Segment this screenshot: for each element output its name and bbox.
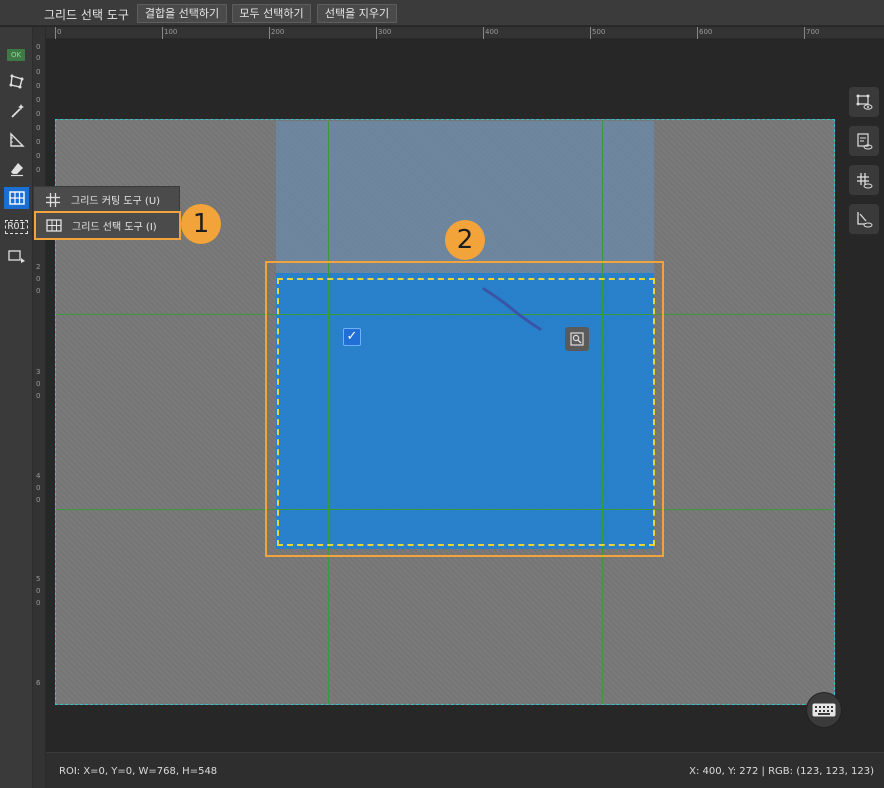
ruler-tick-label: 0	[36, 124, 41, 132]
inspect-cell-button[interactable]	[565, 327, 589, 351]
ruler-tick-label: 0	[36, 599, 41, 607]
status-bar: ROI: X=0, Y=0, W=768, H=548 X: 400, Y: 2…	[46, 752, 884, 788]
annotation-view-icon	[857, 133, 873, 150]
ruler-tick-label: 0	[36, 484, 41, 492]
ruler-tick-label: 600	[699, 28, 713, 36]
ruler-tick	[162, 27, 163, 39]
polygon-icon	[9, 74, 23, 89]
grid-view-toggle[interactable]	[849, 165, 879, 195]
ruler-tick	[55, 27, 56, 39]
ruler-tick-label: 500	[592, 28, 606, 36]
select-all-button[interactable]: 모두 선택하기	[232, 4, 311, 23]
clear-selection-button[interactable]: 선택을 지우기	[317, 4, 397, 23]
mask-view-icon	[857, 212, 873, 228]
cursor-readout: X: 400, Y: 272 | RGB: (123, 123, 123)	[689, 766, 874, 777]
polygon-tool-button[interactable]	[4, 71, 29, 93]
keyboard-shortcuts-button[interactable]	[806, 692, 842, 728]
mask-view-toggle[interactable]	[849, 204, 879, 234]
zoom-inspect-icon	[570, 332, 584, 346]
magic-wand-icon	[10, 104, 24, 118]
left-toolbar: OK ROI	[0, 27, 33, 788]
grid-view-icon	[857, 173, 873, 189]
ruler-tick-label: 0	[36, 166, 41, 174]
ruler-tick-label: 4	[36, 472, 41, 480]
ruler-tick	[376, 27, 377, 39]
video-icon	[7, 250, 25, 263]
ruler-tick-label: 0	[57, 28, 62, 36]
ruler-tick	[697, 27, 698, 39]
ruler-tick	[590, 27, 591, 39]
ok-indicator[interactable]: OK	[7, 49, 25, 61]
highlight-box-selection	[265, 261, 664, 557]
ruler-tick-label: 700	[806, 28, 820, 36]
ruler-tick	[483, 27, 484, 39]
ruler-tick-label: 5	[36, 575, 41, 583]
grid-select-tool-label: 그리드 선택 도구 (I)	[72, 222, 157, 233]
tool-title: 그리드 선택 도구	[44, 8, 129, 22]
ruler-tick-label: 0	[36, 152, 41, 160]
ruler-tool-button[interactable]	[4, 129, 29, 151]
ruler-tick-label: 6	[36, 679, 41, 687]
eraser-tool-button[interactable]	[4, 158, 29, 180]
ruler-tick-label: 0	[36, 587, 41, 595]
callout-badge-1: 1	[181, 204, 221, 244]
video-tool-button[interactable]	[4, 245, 29, 267]
roi-icon: ROI	[5, 220, 28, 234]
ruler-tick-label: 0	[36, 392, 41, 400]
ruler-tick-label: 0	[36, 110, 41, 118]
ruler-tick-label: 0	[36, 96, 41, 104]
roi-tool-button[interactable]: ROI	[4, 216, 29, 238]
ruler-tick	[269, 27, 270, 39]
ruler-tick	[804, 27, 805, 39]
cell-checkbox[interactable]: ✓	[343, 328, 361, 346]
ruler-tick-label: 0	[36, 54, 41, 62]
grid-cut-tool-label: 그리드 커팅 도구 (U)	[71, 196, 161, 207]
ruler-tick-label: 0	[36, 287, 41, 295]
roi-readout: ROI: X=0, Y=0, W=768, H=548	[59, 766, 218, 777]
ruler-tick-label: 0	[36, 43, 41, 51]
roi-view-icon	[856, 94, 873, 110]
ruler-tick-label: 2	[36, 263, 41, 271]
grid-select-icon	[46, 219, 62, 232]
eraser-icon	[10, 163, 23, 177]
ruler-tick-label: 200	[271, 28, 285, 36]
ruler-tick-label: 0	[36, 138, 41, 146]
grid-select-tool-item[interactable]: 그리드 선택 도구 (I)	[34, 211, 181, 240]
grid-cut-tool-item[interactable]: 그리드 커팅 도구 (U)	[35, 187, 180, 212]
vertical-ruler: 0 0 0 0 0 0 0 0 0 0 2 0 0 3 0 0 4 0 0 5 0 0 6	[33, 27, 46, 788]
top-toolbar: 그리드 선택 도구 결합을 선택하기 모두 선택하기 선택을 지우기	[0, 0, 884, 26]
grid-icon	[8, 191, 25, 205]
ruler-tick-label: 0	[36, 68, 41, 76]
ruler-tick-label: 3	[36, 368, 41, 376]
annotation-view-toggle[interactable]	[849, 126, 879, 156]
horizontal-ruler: 0 100 200 300 400 500 600 700	[46, 27, 884, 39]
keyboard-icon	[812, 703, 836, 717]
callout-badge-2: 2	[445, 220, 485, 260]
magic-wand-tool-button[interactable]	[4, 100, 29, 122]
grid-tool-flyout: 그리드 커팅 도구 (U) 그리드 선택 도구 (I)	[33, 186, 181, 240]
ruler-tick-label: 300	[378, 28, 392, 36]
grid-cut-icon	[46, 192, 60, 207]
select-combined-button[interactable]: 결합을 선택하기	[137, 4, 227, 23]
ruler-tick-label: 100	[164, 28, 178, 36]
ruler-tick-label: 0	[36, 380, 41, 388]
ruler-icon	[9, 132, 25, 147]
ruler-tick-label: 0	[36, 82, 41, 90]
ruler-tick-label: 400	[485, 28, 499, 36]
roi-view-toggle[interactable]	[849, 87, 879, 117]
ruler-tick-label: 0	[36, 275, 41, 283]
grid-tool-button[interactable]	[4, 187, 29, 209]
ruler-tick-label: 0	[36, 496, 41, 504]
